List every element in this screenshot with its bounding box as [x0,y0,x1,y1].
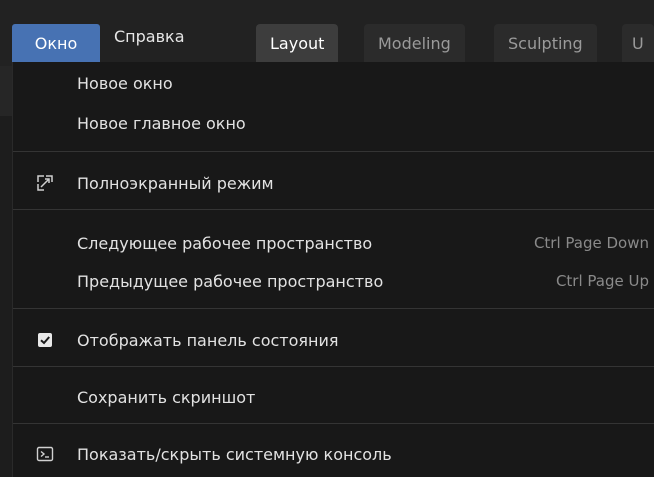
menu-separator [13,423,654,424]
tab-layout[interactable]: Layout [256,24,339,62]
menu-item-new-window[interactable]: Новое окно [13,68,654,98]
menu-item-label: Следующее рабочее пространство [77,233,373,253]
menu-separator [13,308,654,309]
menu-item-label: Предыдущее рабочее пространство [77,271,384,291]
menu-separator [13,366,654,367]
menu-item-label: Сохранить скриншот [77,387,256,407]
checkbox-checked-icon[interactable] [35,330,55,350]
console-icon [35,444,55,464]
window-menu-button[interactable]: Окно [12,24,100,62]
help-menu-button[interactable]: Справка [114,27,185,46]
menu-item-label: Новое окно [77,73,173,93]
menu-item-show-status-bar[interactable]: Отображать панель состояния [13,325,654,355]
menu-item-label: Показать/скрыть системную консоль [77,444,392,464]
shortcut-text: Ctrl Page Down [533,234,649,252]
menu-item-new-main-window[interactable]: Новое главное окно [13,108,654,138]
menu-item-save-screenshot[interactable]: Сохранить скриншот [13,382,654,412]
menu-item-label: Отображать панель состояния [77,330,339,350]
top-bar: Окно Справка Layout Modeling Sculpting U [0,0,654,66]
tab-truncated[interactable]: U [622,24,654,62]
menu-item-fullscreen[interactable]: Полноэкранный режим [13,168,654,198]
fullscreen-icon [35,173,55,193]
tab-sculpting[interactable]: Sculpting [494,24,597,62]
menu-item-toggle-system-console[interactable]: Показать/скрыть системную консоль [13,439,654,469]
menu-item-label: Новое главное окно [77,113,246,133]
tab-modeling[interactable]: Modeling [364,24,465,62]
menu-item-previous-workspace[interactable]: Предыдущее рабочее пространство Ctrl Pag… [13,266,654,296]
menu-item-next-workspace[interactable]: Следующее рабочее пространство Ctrl Page… [13,228,654,258]
menu-item-label: Полноэкранный режим [77,173,274,193]
shortcut-text: Ctrl Page Up [555,272,649,290]
menu-separator [13,151,654,152]
window-menu-dropdown: Новое окно Новое главное окно Полноэкран… [12,62,654,477]
menu-separator [13,209,654,210]
